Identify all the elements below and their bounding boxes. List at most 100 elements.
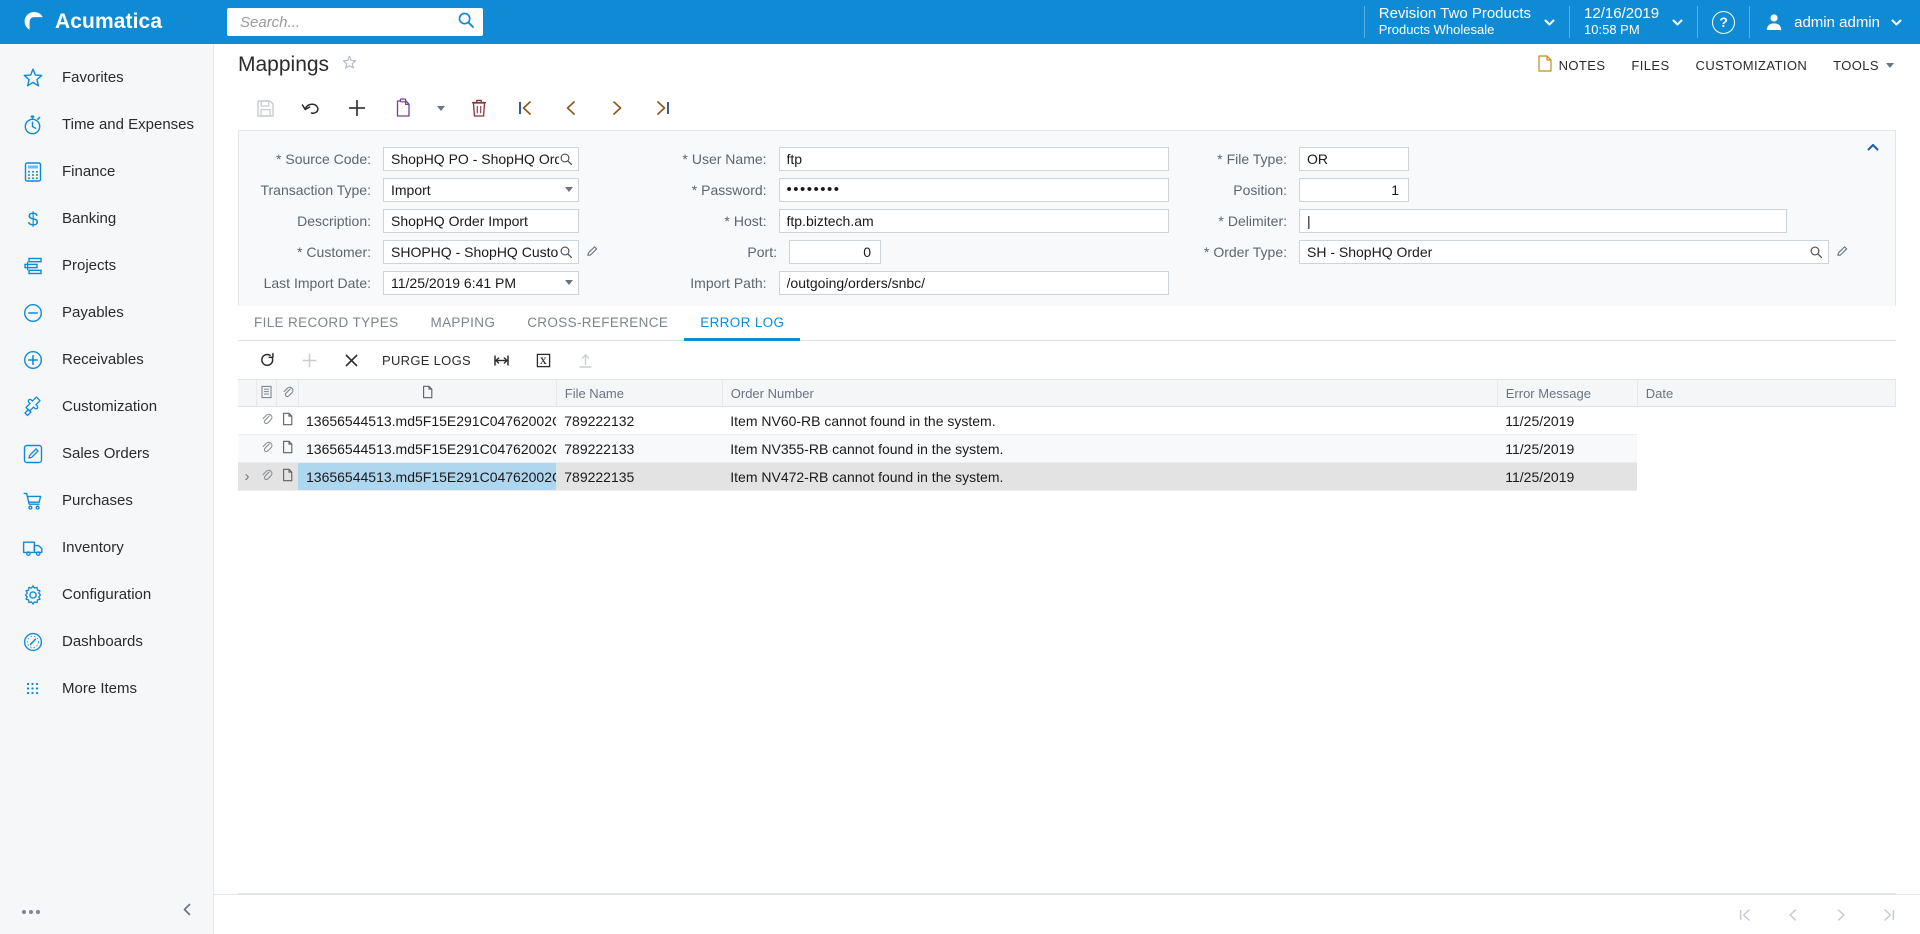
table-row[interactable]: › 13656544513.md5F15E291C04762002CC95C62… (238, 462, 1896, 491)
source-code-input[interactable]: ShopHQ PO - ShopHQ Order (383, 146, 579, 171)
delete-button[interactable] (456, 91, 502, 125)
ellipsis-icon[interactable] (22, 910, 40, 914)
cell-date[interactable]: 11/25/2019 (1497, 406, 1638, 435)
search-icon[interactable] (457, 11, 475, 34)
order-type-input[interactable]: SH - ShopHQ Order (1299, 239, 1829, 264)
sidebar-item-configuration[interactable]: Configuration (0, 571, 213, 618)
file-type-input[interactable]: OR (1299, 146, 1409, 171)
row-expand-cell[interactable]: › (238, 462, 256, 491)
sidebar-item-favorites[interactable]: Favorites (0, 54, 213, 101)
sidebar-item-banking[interactable]: $ Banking (0, 195, 213, 242)
row-expand-cell[interactable] (238, 406, 256, 435)
next-page-button[interactable] (1832, 906, 1850, 924)
note-column-icon[interactable] (256, 379, 277, 407)
position-input[interactable]: 1 (1299, 177, 1409, 202)
delimiter-input[interactable]: | (1299, 208, 1787, 233)
last-import-date-select[interactable]: 11/25/2019 6:41 PM (383, 270, 579, 295)
cell-date[interactable]: 11/25/2019 (1497, 434, 1638, 463)
save-button[interactable] (242, 91, 288, 125)
last-record-button[interactable] (640, 91, 686, 125)
import-path-input[interactable]: /outgoing/orders/snbc/ (778, 270, 1169, 295)
sidebar-item-more-items[interactable]: More Items (0, 665, 213, 712)
row-expand-cell[interactable] (238, 434, 256, 463)
column-header-order-number[interactable]: Order Number (722, 379, 1498, 407)
password-input[interactable]: •••••••• (778, 177, 1169, 202)
refresh-button[interactable] (246, 345, 288, 375)
cell-error-message[interactable]: Item NV355-RB cannot found in the system… (722, 434, 1498, 463)
add-new-record-button[interactable] (334, 91, 380, 125)
undo-button[interactable] (288, 91, 334, 125)
column-header-date[interactable]: Date (1637, 379, 1897, 407)
column-header-error-message[interactable]: Error Message (1497, 379, 1638, 407)
cell-error-message[interactable]: Item NV472-RB cannot found in the system… (722, 462, 1498, 491)
previous-page-button[interactable] (1784, 906, 1802, 924)
cell-order-number[interactable]: 789222135 (556, 462, 723, 491)
customer-input[interactable]: SHOPHQ - ShopHQ Custome (383, 239, 579, 264)
brand-logo[interactable]: Acumatica (0, 0, 214, 44)
notes-button[interactable]: NOTES (1538, 55, 1606, 75)
cell-order-number[interactable]: 789222132 (556, 406, 723, 435)
sidebar-item-purchases[interactable]: Purchases (0, 477, 213, 524)
row-attachment-cell[interactable] (256, 434, 276, 463)
row-document-cell[interactable] (276, 406, 298, 435)
port-input[interactable]: 0 (789, 239, 881, 264)
sidebar-item-projects[interactable]: Projects (0, 242, 213, 289)
tab-error-log[interactable]: ERROR LOG (684, 306, 801, 341)
search-input[interactable] (238, 12, 457, 32)
previous-record-button[interactable] (548, 91, 594, 125)
description-input[interactable]: ShopHQ Order Import (383, 208, 579, 233)
cell-error-message[interactable]: Item NV60-RB cannot found in the system. (722, 406, 1498, 435)
row-document-cell[interactable] (276, 462, 298, 491)
sidebar-item-dashboards[interactable]: Dashboards (0, 618, 213, 665)
help-button[interactable]: ? (1698, 0, 1749, 44)
order-type-edit-icon[interactable] (1829, 244, 1855, 259)
company-selector[interactable]: Revision Two Products Products Wholesale (1365, 0, 1569, 44)
export-to-excel-button[interactable]: X (523, 345, 565, 375)
customer-edit-icon[interactable] (579, 244, 605, 259)
copy-paste-caret-button[interactable] (426, 91, 456, 125)
table-row[interactable]: 13656544513.md5F15E291C04762002CC95C624E… (238, 406, 1896, 435)
cell-order-number[interactable]: 789222133 (556, 434, 723, 463)
files-button[interactable]: FILES (1631, 58, 1669, 73)
lookup-search-icon[interactable] (559, 152, 573, 166)
row-document-cell[interactable] (276, 434, 298, 463)
table-row[interactable]: 13656544513.md5F15E291C04762002CC95C624E… (238, 434, 1896, 463)
sidebar-item-sales-orders[interactable]: Sales Orders (0, 430, 213, 477)
fit-columns-button[interactable] (481, 345, 523, 375)
user-name-input[interactable]: ftp (778, 146, 1169, 171)
add-row-button[interactable] (288, 345, 330, 375)
chevron-up-icon[interactable] (1865, 139, 1881, 160)
column-header-file-name[interactable]: File Name (556, 379, 723, 407)
tab-file-record-types[interactable]: FILE RECORD TYPES (238, 306, 414, 341)
tab-mapping[interactable]: MAPPING (414, 306, 511, 341)
sidebar-item-time-and-expenses[interactable]: Time and Expenses (0, 101, 213, 148)
sidebar-item-customization[interactable]: Customization (0, 383, 213, 430)
lookup-search-icon[interactable] (559, 245, 573, 259)
cell-file-name[interactable]: 13656544513.md5F15E291C04762002CC95C624E… (298, 406, 557, 435)
purge-logs-button[interactable]: PURGE LOGS (372, 345, 481, 375)
document-column-icon[interactable] (298, 379, 557, 407)
chevron-left-icon[interactable] (180, 902, 195, 922)
star-outline-icon[interactable] (341, 54, 358, 76)
tab-cross-reference[interactable]: CROSS-REFERENCE (511, 306, 684, 341)
paperclip-column-icon[interactable] (276, 379, 299, 407)
copy-paste-button[interactable] (380, 91, 426, 125)
cell-file-name[interactable]: 13656544513.md5F15E291C04762002CC95C624E… (298, 434, 557, 463)
sidebar-item-payables[interactable]: Payables (0, 289, 213, 336)
user-menu[interactable]: admin admin (1750, 0, 1920, 44)
customization-button[interactable]: CUSTOMIZATION (1696, 58, 1808, 73)
cell-date[interactable]: 11/25/2019 (1497, 462, 1638, 491)
search-box[interactable] (227, 8, 483, 36)
sidebar-item-inventory[interactable]: Inventory (0, 524, 213, 571)
upload-file-button[interactable] (565, 345, 607, 375)
datetime-selector[interactable]: 12/16/2019 10:58 PM (1570, 0, 1697, 44)
row-attachment-cell[interactable] (256, 406, 276, 435)
lookup-search-icon[interactable] (1809, 245, 1823, 259)
next-record-button[interactable] (594, 91, 640, 125)
cell-file-name[interactable]: 13656544513.md5F15E291C04762002CC95C624E… (298, 462, 557, 491)
sidebar-item-finance[interactable]: Finance (0, 148, 213, 195)
last-page-button[interactable] (1880, 906, 1898, 924)
tools-button[interactable]: TOOLS (1833, 58, 1894, 73)
row-attachment-cell[interactable] (256, 462, 276, 491)
host-input[interactable]: ftp.biztech.am (778, 208, 1169, 233)
